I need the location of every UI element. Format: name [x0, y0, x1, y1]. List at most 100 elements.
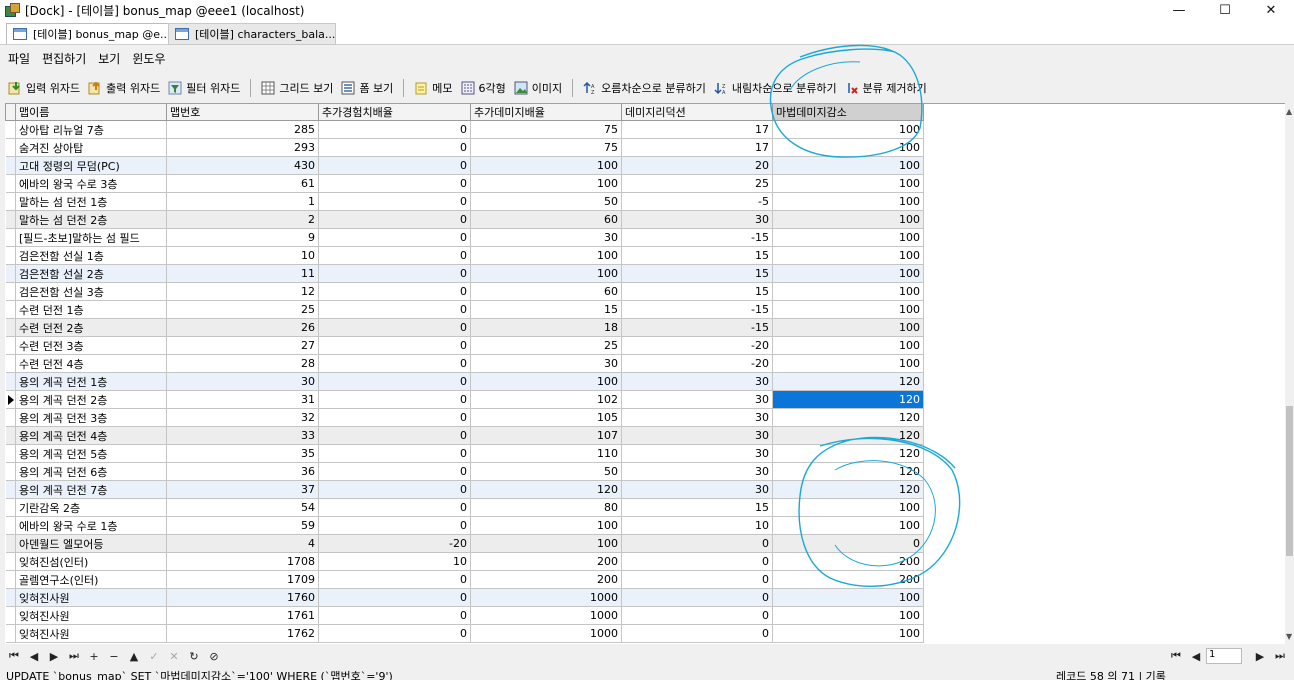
row-indicator[interactable] — [5, 516, 16, 535]
cell-map-name[interactable]: 잊혀진섬(인터) — [15, 552, 167, 571]
cell-map-number[interactable]: 285 — [166, 120, 319, 139]
table-row[interactable]: 용의 계곡 던전 2층 31 0 102 30 120 — [5, 390, 924, 409]
cell-magic-damage-reduction[interactable]: 120 — [772, 444, 924, 463]
cell-damage-reduction[interactable]: -15 — [621, 228, 773, 247]
cell-magic-damage-reduction[interactable]: 100 — [772, 138, 924, 157]
table-row[interactable]: 검은전함 선실 3층 12 0 60 15 100 — [5, 282, 924, 301]
cell-magic-damage-reduction[interactable]: 0 — [772, 534, 924, 553]
cell-map-name[interactable]: 용의 계곡 던전 6층 — [15, 462, 167, 481]
cell-damage-reduction[interactable]: 30 — [621, 480, 773, 499]
cell-exp-rate[interactable]: 0 — [318, 282, 471, 301]
page-number-input[interactable]: 1 — [1206, 648, 1242, 664]
cell-damage-reduction[interactable]: 17 — [621, 138, 773, 157]
row-indicator[interactable] — [5, 336, 16, 355]
cell-damage-reduction[interactable]: 0 — [621, 534, 773, 553]
cell-map-number[interactable]: 9 — [166, 228, 319, 247]
cell-damage-reduction[interactable]: 15 — [621, 498, 773, 517]
cell-damage-reduction[interactable]: -20 — [621, 354, 773, 373]
cell-map-name[interactable]: 고대 정령의 무덤(PC) — [15, 156, 167, 175]
cell-map-number[interactable]: 36 — [166, 462, 319, 481]
table-row[interactable]: 고대 정령의 무덤(PC) 430 0 100 20 100 — [5, 156, 924, 175]
row-indicator[interactable] — [5, 606, 16, 625]
remove-sort-button[interactable]: 분류 제거하기 — [845, 80, 927, 96]
cell-map-name[interactable]: 용의 계곡 던전 7층 — [15, 480, 167, 499]
cell-damage-rate[interactable]: 100 — [470, 516, 622, 535]
cell-damage-rate[interactable]: 100 — [470, 534, 622, 553]
menu-window[interactable]: 윈도우 — [132, 50, 165, 67]
add-record-icon[interactable]: + — [88, 650, 100, 663]
cell-exp-rate[interactable]: 0 — [318, 372, 471, 391]
hex-button[interactable]: 6각형 — [461, 80, 506, 96]
cell-damage-rate[interactable]: 18 — [470, 318, 622, 337]
cell-magic-damage-reduction[interactable]: 120 — [772, 426, 924, 445]
cell-map-number[interactable]: 1 — [166, 192, 319, 211]
column-header[interactable]: 추가데미지배율 — [470, 104, 622, 121]
column-header[interactable]: 맵번호 — [166, 104, 319, 121]
cell-exp-rate[interactable]: 0 — [318, 516, 471, 535]
cell-map-number[interactable]: 37 — [166, 480, 319, 499]
cell-magic-damage-reduction[interactable]: 120 — [772, 408, 924, 427]
cell-exp-rate[interactable]: 0 — [318, 480, 471, 499]
cell-exp-rate[interactable]: 0 — [318, 390, 471, 409]
cell-damage-rate[interactable]: 1000 — [470, 588, 622, 607]
cell-damage-reduction[interactable]: -15 — [621, 318, 773, 337]
cell-exp-rate[interactable]: -20 — [318, 534, 471, 553]
tab-characters-bala[interactable]: [테이블] characters_bala... — [168, 23, 336, 45]
cell-damage-rate[interactable]: 100 — [470, 156, 622, 175]
cell-damage-rate[interactable]: 102 — [470, 390, 622, 409]
cell-damage-rate[interactable]: 50 — [470, 192, 622, 211]
cell-map-number[interactable]: 31 — [166, 390, 319, 409]
column-header[interactable]: 맵이름 — [15, 104, 167, 121]
cell-map-name[interactable]: 잊혀진사원 — [15, 624, 167, 643]
cell-map-name[interactable]: 숨겨진 상아탑 — [15, 138, 167, 157]
cell-magic-damage-reduction[interactable]: 120 — [772, 462, 924, 481]
row-indicator[interactable] — [5, 156, 16, 175]
cell-damage-reduction[interactable]: 30 — [621, 408, 773, 427]
cell-exp-rate[interactable]: 0 — [318, 192, 471, 211]
cell-damage-rate[interactable]: 120 — [470, 480, 622, 499]
row-indicator[interactable] — [5, 588, 16, 607]
row-indicator[interactable] — [5, 174, 16, 193]
cell-map-name[interactable]: 수련 던전 2층 — [15, 318, 167, 337]
cell-damage-rate[interactable]: 25 — [470, 336, 622, 355]
cell-damage-rate[interactable]: 75 — [470, 120, 622, 139]
cell-damage-reduction[interactable]: 0 — [621, 552, 773, 571]
cell-damage-rate[interactable]: 1000 — [470, 606, 622, 625]
cell-magic-damage-reduction[interactable]: 100 — [772, 228, 924, 247]
cell-damage-reduction[interactable]: 30 — [621, 210, 773, 229]
cell-magic-damage-reduction[interactable]: 100 — [772, 498, 924, 517]
cell-damage-reduction[interactable]: 20 — [621, 156, 773, 175]
cell-exp-rate[interactable]: 0 — [318, 210, 471, 229]
table-row[interactable]: 잊혀진사원 1760 0 1000 0 100 — [5, 588, 924, 607]
data-grid[interactable]: 맵이름 맵번호 추가경험치배율 추가데미지배율 데미지리덕션 마법데미지감소 상… — [5, 103, 1285, 644]
last-record-icon[interactable]: ⏭ — [68, 649, 80, 663]
form-view-button[interactable]: 폼 보기 — [341, 80, 393, 96]
cell-damage-reduction[interactable]: 30 — [621, 444, 773, 463]
cell-map-name[interactable]: 검은전함 선실 1층 — [15, 246, 167, 265]
cell-map-name[interactable]: 용의 계곡 던전 2층 — [15, 390, 167, 409]
table-row[interactable]: 용의 계곡 던전 6층 36 0 50 30 120 — [5, 462, 924, 481]
cell-exp-rate[interactable]: 0 — [318, 174, 471, 193]
cell-map-name[interactable]: 검은전함 선실 2층 — [15, 264, 167, 283]
cell-map-name[interactable]: 말하는 섬 던전 2층 — [15, 210, 167, 229]
table-row[interactable]: 에바의 왕국 수로 1층 59 0 100 10 100 — [5, 516, 924, 535]
cell-damage-rate[interactable]: 80 — [470, 498, 622, 517]
row-indicator[interactable] — [5, 372, 16, 391]
cell-damage-reduction[interactable]: 30 — [621, 426, 773, 445]
cell-map-name[interactable]: 검은전함 선실 3층 — [15, 282, 167, 301]
cell-damage-reduction[interactable]: 25 — [621, 174, 773, 193]
cell-map-name[interactable]: 에바의 왕국 수로 3층 — [15, 174, 167, 193]
table-row[interactable]: 용의 계곡 던전 7층 37 0 120 30 120 — [5, 480, 924, 499]
cell-damage-rate[interactable]: 30 — [470, 354, 622, 373]
cell-exp-rate[interactable]: 0 — [318, 444, 471, 463]
prev-page-icon[interactable]: ◀ — [1190, 650, 1202, 663]
cell-exp-rate[interactable]: 0 — [318, 462, 471, 481]
cell-map-name[interactable]: 용의 계곡 던전 1층 — [15, 372, 167, 391]
table-row[interactable]: 수련 던전 4층 28 0 30 -20 100 — [5, 354, 924, 373]
cell-damage-rate[interactable]: 75 — [470, 138, 622, 157]
cell-damage-reduction[interactable]: 30 — [621, 372, 773, 391]
cell-map-name[interactable]: 잊혀진사원 — [15, 606, 167, 625]
cell-map-number[interactable]: 10 — [166, 246, 319, 265]
cell-exp-rate[interactable]: 0 — [318, 408, 471, 427]
cell-map-number[interactable]: 59 — [166, 516, 319, 535]
